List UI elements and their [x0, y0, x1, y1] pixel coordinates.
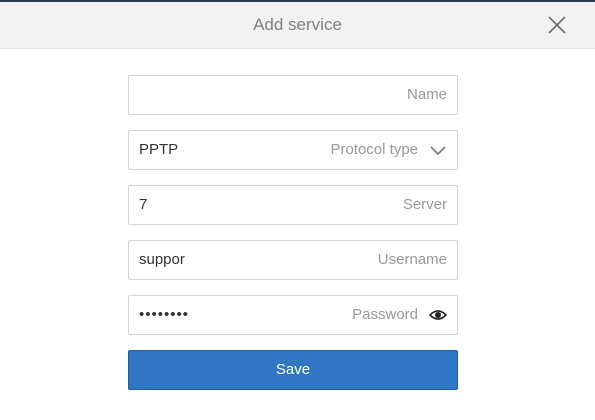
username-value: suppor: [139, 251, 185, 268]
password-value: ••••••••: [139, 306, 190, 323]
save-button[interactable]: Save: [128, 350, 458, 390]
protocol-type-value: PPTP: [139, 141, 179, 158]
username-field[interactable]: suppor Username: [128, 240, 458, 280]
add-service-form: Name PPTP Protocol type 7 Server suppor …: [128, 75, 458, 350]
server-value: 7: [139, 196, 148, 213]
eye-icon[interactable]: [429, 307, 447, 323]
protocol-type-label: Protocol type: [330, 141, 418, 158]
close-icon: [548, 16, 566, 34]
password-label: Password: [352, 306, 418, 323]
server-field[interactable]: 7 Server: [128, 185, 458, 225]
dialog-title: Add service: [253, 15, 342, 34]
username-label: Username: [377, 251, 447, 268]
name-field[interactable]: Name: [128, 75, 458, 115]
password-field[interactable]: •••••••• Password: [128, 295, 458, 335]
close-button[interactable]: [545, 13, 569, 37]
protocol-type-select[interactable]: PPTP Protocol type: [128, 130, 458, 170]
chevron-down-icon[interactable]: [429, 142, 447, 158]
name-label: Name: [406, 86, 447, 103]
dialog-header: Add service: [0, 2, 595, 49]
server-label: Server: [402, 196, 447, 213]
